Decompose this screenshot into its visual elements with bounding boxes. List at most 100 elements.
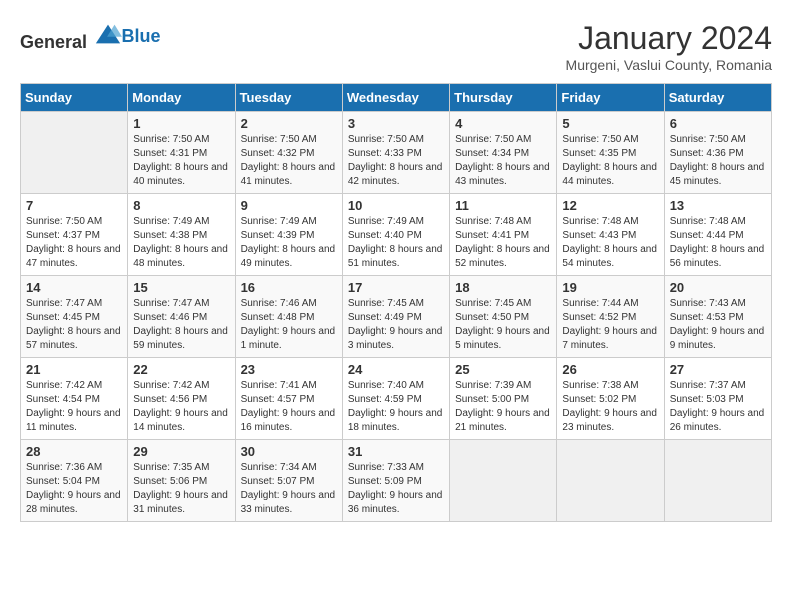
calendar-cell: 3 Sunrise: 7:50 AMSunset: 4:33 PMDayligh…	[342, 112, 449, 194]
day-details: Sunrise: 7:48 AMSunset: 4:44 PMDaylight:…	[670, 215, 766, 271]
calendar-cell	[450, 440, 557, 522]
day-details: Sunrise: 7:50 AMSunset: 4:32 PMDaylight:…	[241, 133, 337, 189]
day-details: Sunrise: 7:41 AMSunset: 4:57 PMDaylight:…	[241, 379, 337, 435]
day-number: 24	[348, 362, 444, 377]
day-details: Sunrise: 7:42 AMSunset: 4:54 PMDaylight:…	[26, 379, 122, 435]
calendar-cell: 23 Sunrise: 7:41 AMSunset: 4:57 PMDaylig…	[235, 358, 342, 440]
calendar-cell: 13 Sunrise: 7:48 AMSunset: 4:44 PMDaylig…	[664, 194, 771, 276]
day-number: 21	[26, 362, 122, 377]
day-number: 16	[241, 280, 337, 295]
day-number: 19	[562, 280, 658, 295]
calendar-cell: 25 Sunrise: 7:39 AMSunset: 5:00 PMDaylig…	[450, 358, 557, 440]
day-details: Sunrise: 7:50 AMSunset: 4:37 PMDaylight:…	[26, 215, 122, 271]
day-number: 6	[670, 116, 766, 131]
calendar-cell: 28 Sunrise: 7:36 AMSunset: 5:04 PMDaylig…	[21, 440, 128, 522]
day-number: 31	[348, 444, 444, 459]
day-details: Sunrise: 7:37 AMSunset: 5:03 PMDaylight:…	[670, 379, 766, 435]
day-details: Sunrise: 7:45 AMSunset: 4:49 PMDaylight:…	[348, 297, 444, 353]
calendar-cell: 6 Sunrise: 7:50 AMSunset: 4:36 PMDayligh…	[664, 112, 771, 194]
day-number: 13	[670, 198, 766, 213]
day-details: Sunrise: 7:45 AMSunset: 4:50 PMDaylight:…	[455, 297, 551, 353]
calendar-cell: 27 Sunrise: 7:37 AMSunset: 5:03 PMDaylig…	[664, 358, 771, 440]
day-details: Sunrise: 7:48 AMSunset: 4:41 PMDaylight:…	[455, 215, 551, 271]
day-number: 14	[26, 280, 122, 295]
weekday-header: Wednesday	[342, 84, 449, 112]
calendar-cell: 2 Sunrise: 7:50 AMSunset: 4:32 PMDayligh…	[235, 112, 342, 194]
calendar-cell: 19 Sunrise: 7:44 AMSunset: 4:52 PMDaylig…	[557, 276, 664, 358]
calendar-subtitle: Murgeni, Vaslui County, Romania	[566, 57, 772, 73]
logo: General Blue	[20, 20, 161, 53]
day-number: 17	[348, 280, 444, 295]
day-number: 20	[670, 280, 766, 295]
weekday-header: Monday	[128, 84, 235, 112]
calendar-week-row: 21 Sunrise: 7:42 AMSunset: 4:54 PMDaylig…	[21, 358, 772, 440]
day-details: Sunrise: 7:50 AMSunset: 4:33 PMDaylight:…	[348, 133, 444, 189]
weekday-header-row: SundayMondayTuesdayWednesdayThursdayFrid…	[21, 84, 772, 112]
day-number: 25	[455, 362, 551, 377]
day-details: Sunrise: 7:39 AMSunset: 5:00 PMDaylight:…	[455, 379, 551, 435]
calendar-cell: 8 Sunrise: 7:49 AMSunset: 4:38 PMDayligh…	[128, 194, 235, 276]
calendar-title: January 2024	[566, 20, 772, 57]
day-details: Sunrise: 7:49 AMSunset: 4:39 PMDaylight:…	[241, 215, 337, 271]
day-number: 29	[133, 444, 229, 459]
calendar-cell	[664, 440, 771, 522]
day-details: Sunrise: 7:35 AMSunset: 5:06 PMDaylight:…	[133, 461, 229, 517]
calendar-cell: 10 Sunrise: 7:49 AMSunset: 4:40 PMDaylig…	[342, 194, 449, 276]
calendar-cell: 30 Sunrise: 7:34 AMSunset: 5:07 PMDaylig…	[235, 440, 342, 522]
day-details: Sunrise: 7:50 AMSunset: 4:34 PMDaylight:…	[455, 133, 551, 189]
day-number: 11	[455, 198, 551, 213]
day-details: Sunrise: 7:33 AMSunset: 5:09 PMDaylight:…	[348, 461, 444, 517]
calendar-cell: 26 Sunrise: 7:38 AMSunset: 5:02 PMDaylig…	[557, 358, 664, 440]
day-details: Sunrise: 7:40 AMSunset: 4:59 PMDaylight:…	[348, 379, 444, 435]
calendar-cell: 1 Sunrise: 7:50 AMSunset: 4:31 PMDayligh…	[128, 112, 235, 194]
day-details: Sunrise: 7:38 AMSunset: 5:02 PMDaylight:…	[562, 379, 658, 435]
day-details: Sunrise: 7:50 AMSunset: 4:31 PMDaylight:…	[133, 133, 229, 189]
day-details: Sunrise: 7:47 AMSunset: 4:46 PMDaylight:…	[133, 297, 229, 353]
calendar-week-row: 1 Sunrise: 7:50 AMSunset: 4:31 PMDayligh…	[21, 112, 772, 194]
calendar-cell	[21, 112, 128, 194]
weekday-header: Sunday	[21, 84, 128, 112]
calendar-cell: 4 Sunrise: 7:50 AMSunset: 4:34 PMDayligh…	[450, 112, 557, 194]
weekday-header: Friday	[557, 84, 664, 112]
calendar-cell: 15 Sunrise: 7:47 AMSunset: 4:46 PMDaylig…	[128, 276, 235, 358]
calendar-cell: 17 Sunrise: 7:45 AMSunset: 4:49 PMDaylig…	[342, 276, 449, 358]
calendar-cell	[557, 440, 664, 522]
calendar-cell: 22 Sunrise: 7:42 AMSunset: 4:56 PMDaylig…	[128, 358, 235, 440]
calendar-cell: 29 Sunrise: 7:35 AMSunset: 5:06 PMDaylig…	[128, 440, 235, 522]
calendar-cell: 20 Sunrise: 7:43 AMSunset: 4:53 PMDaylig…	[664, 276, 771, 358]
day-number: 22	[133, 362, 229, 377]
day-details: Sunrise: 7:43 AMSunset: 4:53 PMDaylight:…	[670, 297, 766, 353]
calendar-cell: 14 Sunrise: 7:47 AMSunset: 4:45 PMDaylig…	[21, 276, 128, 358]
day-number: 15	[133, 280, 229, 295]
logo-blue: Blue	[122, 26, 161, 46]
day-details: Sunrise: 7:44 AMSunset: 4:52 PMDaylight:…	[562, 297, 658, 353]
calendar-cell: 24 Sunrise: 7:40 AMSunset: 4:59 PMDaylig…	[342, 358, 449, 440]
page-header: General Blue January 2024 Murgeni, Vaslu…	[20, 20, 772, 73]
day-details: Sunrise: 7:36 AMSunset: 5:04 PMDaylight:…	[26, 461, 122, 517]
day-number: 8	[133, 198, 229, 213]
weekday-header: Thursday	[450, 84, 557, 112]
calendar-cell: 16 Sunrise: 7:46 AMSunset: 4:48 PMDaylig…	[235, 276, 342, 358]
calendar-table: SundayMondayTuesdayWednesdayThursdayFrid…	[20, 83, 772, 522]
day-number: 2	[241, 116, 337, 131]
day-number: 28	[26, 444, 122, 459]
calendar-cell: 18 Sunrise: 7:45 AMSunset: 4:50 PMDaylig…	[450, 276, 557, 358]
day-number: 30	[241, 444, 337, 459]
logo-icon	[94, 20, 122, 48]
day-number: 7	[26, 198, 122, 213]
day-number: 3	[348, 116, 444, 131]
day-number: 27	[670, 362, 766, 377]
day-number: 23	[241, 362, 337, 377]
calendar-week-row: 28 Sunrise: 7:36 AMSunset: 5:04 PMDaylig…	[21, 440, 772, 522]
day-details: Sunrise: 7:46 AMSunset: 4:48 PMDaylight:…	[241, 297, 337, 353]
weekday-header: Tuesday	[235, 84, 342, 112]
day-number: 18	[455, 280, 551, 295]
calendar-cell: 7 Sunrise: 7:50 AMSunset: 4:37 PMDayligh…	[21, 194, 128, 276]
calendar-cell: 11 Sunrise: 7:48 AMSunset: 4:41 PMDaylig…	[450, 194, 557, 276]
calendar-cell: 5 Sunrise: 7:50 AMSunset: 4:35 PMDayligh…	[557, 112, 664, 194]
calendar-cell: 12 Sunrise: 7:48 AMSunset: 4:43 PMDaylig…	[557, 194, 664, 276]
day-number: 10	[348, 198, 444, 213]
calendar-cell: 21 Sunrise: 7:42 AMSunset: 4:54 PMDaylig…	[21, 358, 128, 440]
calendar-cell: 9 Sunrise: 7:49 AMSunset: 4:39 PMDayligh…	[235, 194, 342, 276]
day-number: 4	[455, 116, 551, 131]
